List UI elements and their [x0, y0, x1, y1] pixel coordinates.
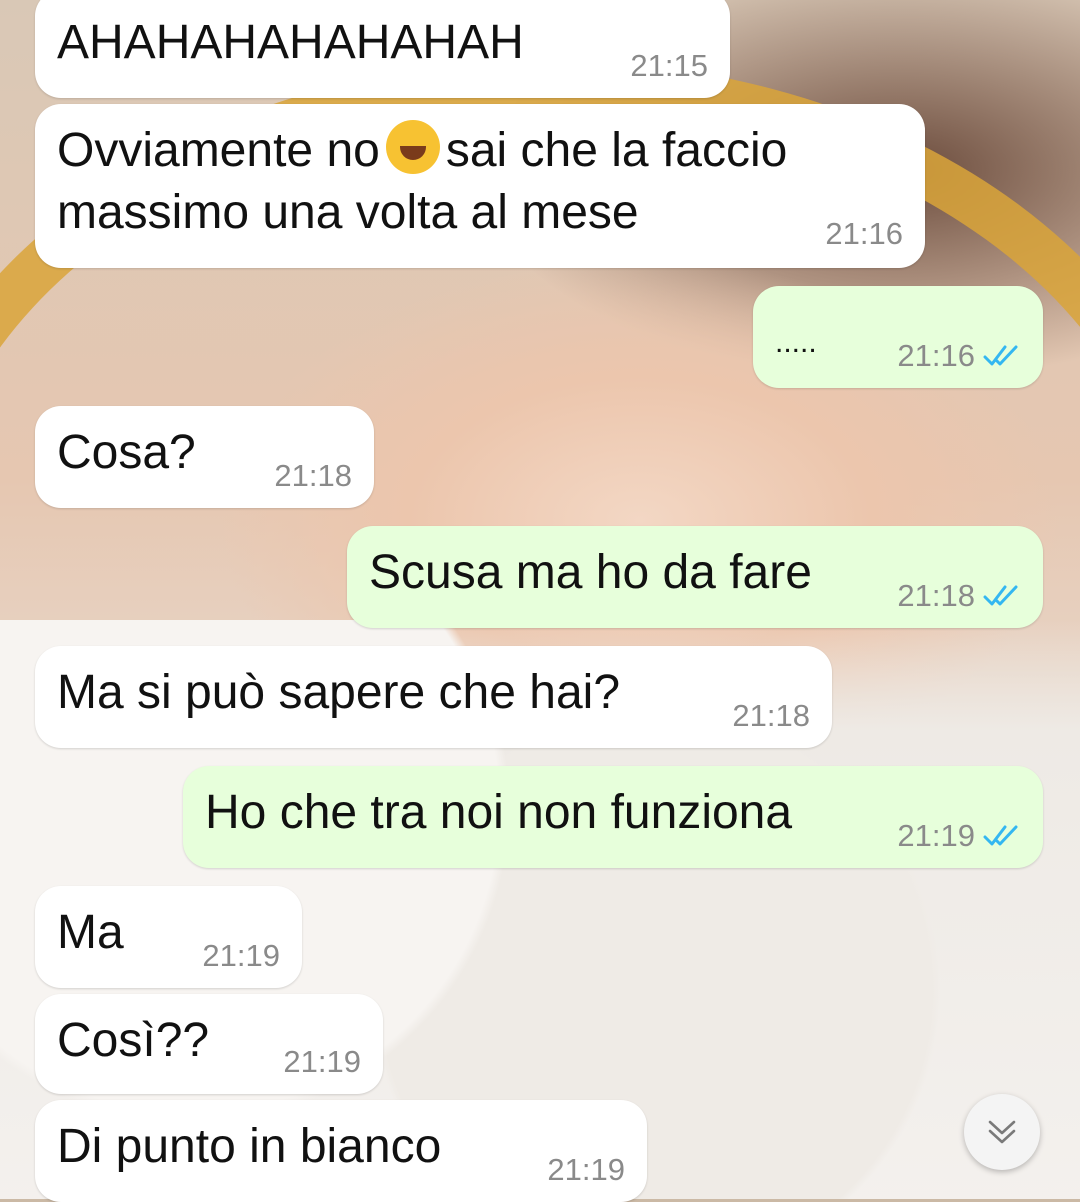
message-text-line2: massimo una volta al mese	[57, 186, 639, 239]
message-time: 21:19	[897, 818, 1021, 854]
scroll-to-bottom-button[interactable]	[964, 1094, 1040, 1170]
timestamp: 21:16	[825, 216, 903, 251]
timestamp: 21:15	[630, 48, 708, 83]
message-text-part: Ovviamente no	[57, 124, 380, 177]
message-time: 21:19	[283, 1044, 361, 1080]
message-bubble-incoming[interactable]: Ma si può sapere che hai? 21:18	[35, 646, 832, 748]
message-bubble-incoming[interactable]: Ma 21:19	[35, 886, 302, 988]
timestamp: 21:19	[283, 1044, 361, 1079]
message-text: Cosa?	[57, 426, 196, 479]
message-text: Ma	[57, 906, 124, 959]
message-text: Di punto in bianco	[57, 1120, 442, 1173]
timestamp: 21:18	[732, 698, 810, 733]
message-time: 21:15	[630, 48, 708, 84]
double-check-icon	[983, 825, 1018, 846]
message-time: 21:19	[202, 938, 280, 974]
timestamp: 21:19	[547, 1152, 625, 1187]
message-bubble-outgoing[interactable]: Ho che tra noi non funziona 21:19	[183, 766, 1043, 868]
message-text: Ho che tra noi non funziona	[205, 786, 793, 839]
rolling-on-floor-laughing-icon	[385, 120, 440, 174]
message-time: 21:16	[825, 216, 903, 252]
double-check-icon	[983, 585, 1018, 606]
timestamp: 21:19	[897, 818, 975, 853]
timestamp: 21:18	[274, 458, 352, 493]
double-check-icon	[983, 345, 1018, 366]
chevron-down-icon	[988, 1120, 1016, 1144]
message-bubble-incoming[interactable]: AHAHAHAHAHAHAH 21:15	[35, 0, 730, 98]
message-bubble-incoming[interactable]: Ovviamente no sai che la faccio massimo u…	[35, 104, 925, 268]
message-bubble-outgoing[interactable]: Scusa ma ho da fare 21:18	[347, 526, 1043, 628]
message-time: 21:19	[547, 1152, 625, 1188]
message-time: 21:16	[897, 338, 1021, 374]
message-text: .....	[775, 326, 817, 359]
message-text-part: sai che la faccio	[445, 124, 788, 177]
message-text: Ma si può sapere che hai?	[57, 666, 621, 719]
timestamp: 21:16	[897, 338, 975, 373]
message-time: 21:18	[732, 698, 810, 734]
message-time: 21:18	[897, 578, 1021, 614]
message-bubble-incoming[interactable]: Così?? 21:19	[35, 994, 383, 1094]
message-text: Ovviamente no sai che la faccio	[57, 120, 787, 182]
message-bubble-incoming[interactable]: Di punto in bianco 21:19	[35, 1100, 647, 1202]
message-text: Così??	[57, 1014, 210, 1067]
timestamp: 21:19	[202, 938, 280, 973]
timestamp: 21:18	[897, 578, 975, 613]
message-text: Scusa ma ho da fare	[369, 546, 812, 599]
message-bubble-outgoing[interactable]: ..... 21:16	[753, 286, 1043, 388]
message-time: 21:18	[274, 458, 352, 494]
message-bubble-incoming[interactable]: Cosa? 21:18	[35, 406, 374, 508]
message-text: AHAHAHAHAHAHAH	[57, 16, 524, 69]
